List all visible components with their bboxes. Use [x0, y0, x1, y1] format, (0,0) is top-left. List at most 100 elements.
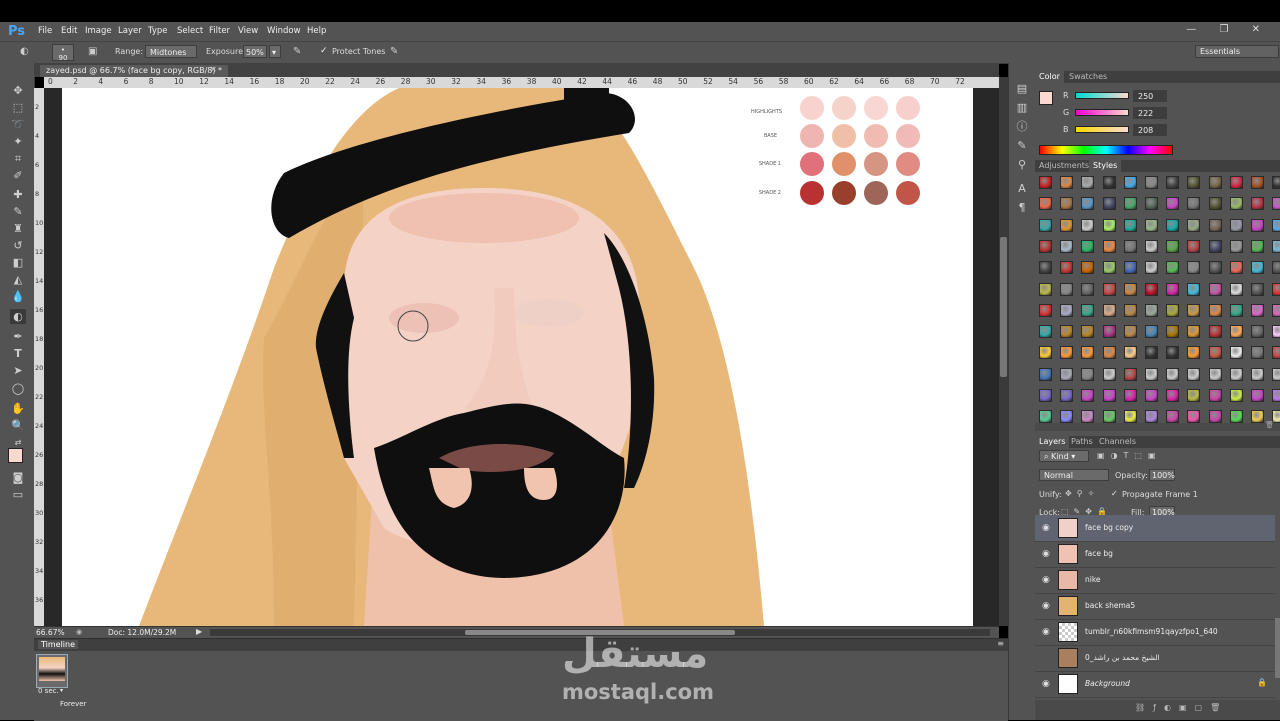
style-swatch[interactable] [1187, 218, 1201, 232]
blend-mode-select[interactable]: Normal [1039, 469, 1109, 481]
style-swatch[interactable] [1208, 176, 1222, 189]
style-swatch[interactable] [1229, 410, 1243, 424]
style-swatch[interactable] [1166, 303, 1180, 317]
info-panel-icon[interactable]: ⓘ [1014, 119, 1030, 134]
style-swatch[interactable] [1081, 282, 1095, 296]
style-swatch[interactable] [1039, 367, 1052, 381]
style-swatch[interactable] [1208, 389, 1222, 402]
style-swatch[interactable] [1208, 410, 1222, 424]
hand-tool-icon[interactable]: ✋ [10, 401, 26, 416]
style-swatch[interactable] [1166, 367, 1180, 381]
style-swatch[interactable] [1039, 197, 1052, 211]
style-swatch[interactable] [1060, 303, 1074, 317]
style-swatch[interactable] [1039, 261, 1052, 275]
styles-delete-icon[interactable]: 🗑 [1265, 421, 1274, 429]
menu-file[interactable]: File [38, 26, 52, 36]
style-swatch[interactable] [1039, 410, 1052, 424]
layer-name[interactable]: back shema5 [1085, 601, 1135, 610]
airbrush-icon[interactable]: ✎ [293, 46, 301, 57]
style-swatch[interactable] [1187, 367, 1201, 381]
style-swatch[interactable] [1229, 261, 1243, 275]
move-tool-icon[interactable]: ✥ [10, 83, 26, 98]
layer-name[interactable]: الشيخ محمد بن راشد_0 [1085, 653, 1160, 662]
style-swatch[interactable] [1145, 367, 1158, 381]
style-swatch[interactable] [1060, 176, 1074, 189]
tab-channels[interactable]: Channels [1095, 436, 1140, 448]
layer-filter-icons[interactable]: ▣◑T⬚▣ [1097, 451, 1162, 460]
style-swatch[interactable] [1166, 346, 1180, 360]
style-swatch[interactable] [1166, 197, 1180, 211]
style-swatch[interactable] [1102, 346, 1116, 360]
channel-slider[interactable] [1075, 109, 1129, 116]
style-swatch[interactable] [1081, 176, 1095, 189]
layer-row[interactable]: ◉الشيخ محمد بن راشد_0 [1035, 645, 1275, 672]
paragraph-panel-icon[interactable]: ¶ [1014, 200, 1030, 215]
eye-icon[interactable]: ◉ [1042, 627, 1050, 637]
style-swatch[interactable] [1102, 261, 1116, 275]
layer-name[interactable]: tumblr_n60kfimsm91qayzfpo1_640 [1085, 627, 1218, 636]
character-panel-icon[interactable]: A [1014, 181, 1030, 196]
close-tab-icon[interactable]: ✕ [204, 64, 223, 76]
tab-styles[interactable]: Styles [1089, 160, 1122, 172]
pressure-size-icon[interactable]: ✎ [390, 46, 398, 57]
style-swatch[interactable] [1272, 389, 1280, 402]
eye-icon[interactable]: ◉ [1042, 523, 1050, 533]
layer-filter-kind[interactable]: ⌕ Kind ▾ [1039, 450, 1089, 462]
style-swatch[interactable] [1272, 367, 1280, 381]
tab-color[interactable]: Color [1035, 71, 1064, 83]
style-swatch[interactable] [1145, 239, 1158, 253]
range-select[interactable]: Midtones [145, 45, 197, 58]
timeline-menu-icon[interactable]: ≡ [997, 639, 1004, 648]
style-swatch[interactable] [1039, 176, 1052, 189]
eye-icon[interactable]: ◉ [1042, 601, 1050, 611]
style-swatch[interactable] [1145, 389, 1158, 402]
style-swatch[interactable] [1123, 325, 1137, 339]
style-swatch[interactable] [1166, 218, 1180, 232]
style-swatch[interactable] [1039, 325, 1052, 339]
style-swatch[interactable] [1251, 410, 1264, 424]
tab-adjustments[interactable]: Adjustments [1035, 160, 1093, 172]
menu-edit[interactable]: Edit [61, 26, 77, 36]
foreground-color-swatch[interactable] [8, 448, 23, 463]
menu-image[interactable]: Image [85, 26, 112, 36]
document-canvas[interactable]: HIGHLIGHTS BASE SHADE 1 SHADE 2 [44, 88, 999, 626]
style-swatch[interactable] [1272, 346, 1280, 360]
style-swatch[interactable] [1229, 367, 1243, 381]
style-swatch[interactable] [1187, 239, 1201, 253]
style-swatch[interactable] [1060, 239, 1074, 253]
style-swatch[interactable] [1272, 325, 1280, 339]
type-tool-icon[interactable]: T [10, 346, 26, 361]
style-swatch[interactable] [1272, 303, 1280, 317]
quick-selection-tool-icon[interactable]: ✦ [10, 134, 26, 149]
style-swatch[interactable] [1039, 389, 1052, 402]
style-swatch[interactable] [1251, 197, 1264, 211]
opacity-input[interactable]: 100% [1149, 469, 1175, 481]
layer-name[interactable]: face bg [1085, 549, 1113, 558]
dodge-tool-icon[interactable]: ◐ [20, 46, 29, 57]
style-swatch[interactable] [1102, 303, 1116, 317]
menu-select[interactable]: Select [177, 26, 203, 36]
brush-tool-icon[interactable]: ✎ [10, 204, 26, 219]
style-swatch[interactable] [1102, 367, 1116, 381]
style-swatch[interactable] [1123, 218, 1137, 232]
menu-filter[interactable]: Filter [209, 26, 230, 36]
quick-mask-icon[interactable]: ◙ [10, 470, 26, 485]
style-swatch[interactable] [1251, 261, 1264, 275]
style-swatch[interactable] [1145, 282, 1158, 296]
menu-view[interactable]: View [238, 26, 258, 36]
layers-scrollbar[interactable] [1275, 618, 1280, 678]
style-swatch[interactable] [1251, 218, 1264, 232]
style-swatch[interactable] [1251, 346, 1264, 360]
style-swatch[interactable] [1060, 197, 1074, 211]
style-swatch[interactable] [1081, 303, 1095, 317]
style-swatch[interactable] [1123, 367, 1137, 381]
style-swatch[interactable] [1187, 410, 1201, 424]
protect-tones-checkbox[interactable]: ✓ [320, 46, 328, 56]
style-swatch[interactable] [1081, 218, 1095, 232]
style-swatch[interactable] [1229, 218, 1243, 232]
color-foreground-swatch[interactable] [1039, 91, 1053, 105]
style-swatch[interactable] [1145, 303, 1158, 317]
style-swatch[interactable] [1208, 218, 1222, 232]
style-swatch[interactable] [1208, 197, 1222, 211]
channel-slider[interactable] [1075, 92, 1129, 99]
